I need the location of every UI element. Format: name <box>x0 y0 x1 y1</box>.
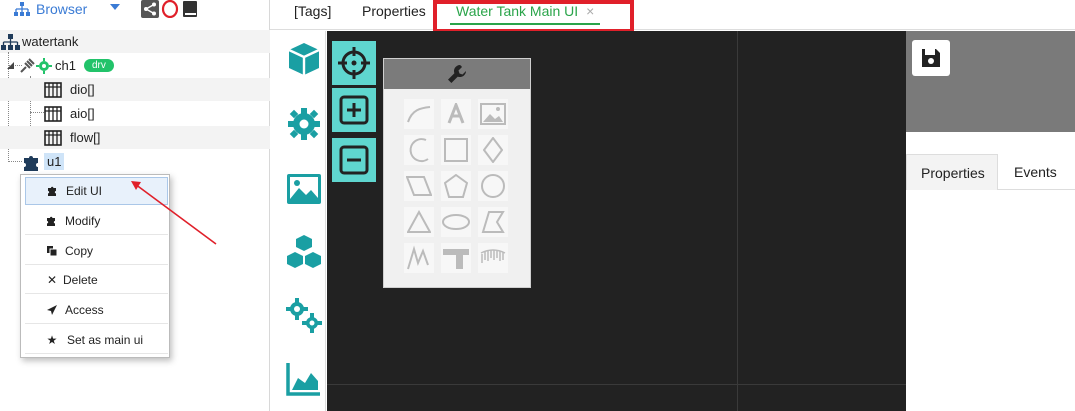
left-panel: Browser watertank ch1 drv dio[] aio[] fl… <box>0 0 270 411</box>
cube-icon[interactable] <box>286 41 322 77</box>
diamond-icon[interactable] <box>478 135 508 165</box>
gear-icon[interactable] <box>286 106 322 142</box>
shapes-panel-header[interactable] <box>384 59 530 89</box>
tab-properties[interactable]: Properties <box>362 3 426 23</box>
tab-properties-panel[interactable]: Properties <box>906 154 998 190</box>
picture-icon[interactable] <box>478 99 508 129</box>
chevron-down-icon[interactable] <box>110 4 120 10</box>
sitemap-icon <box>0 33 20 51</box>
menu-item-access[interactable]: Access <box>25 296 168 324</box>
menu-item-delete[interactable]: ✕ Delete <box>25 266 168 294</box>
wrench-icon <box>448 64 467 83</box>
tab-bar: [Tags] Properties Water Tank Main UI × <box>270 0 1075 30</box>
gear-icon <box>36 57 52 74</box>
properties-panel: Properties Events <box>906 31 1075 411</box>
minus-icon <box>339 145 369 175</box>
tree-node-ui[interactable]: u1 <box>0 150 270 173</box>
library-sidebar <box>280 31 326 411</box>
properties-tabs: Properties Events <box>906 154 1075 190</box>
shapes-panel <box>383 58 531 288</box>
gauge-scale-icon[interactable] <box>478 243 508 273</box>
highlight-box <box>433 0 634 33</box>
menu-item-label: Copy <box>65 243 94 258</box>
arc-icon[interactable] <box>404 135 434 165</box>
tab-tags[interactable]: [Tags] <box>294 3 331 23</box>
circle-icon[interactable] <box>478 171 508 201</box>
polygon-icon[interactable] <box>478 207 508 237</box>
tab-label: Events <box>1014 164 1057 180</box>
plug-icon <box>18 57 36 75</box>
tag-label: aio[] <box>70 106 95 121</box>
left-panel-header: Browser <box>0 0 270 22</box>
table-icon <box>44 81 62 98</box>
area-chart-icon[interactable] <box>286 361 322 397</box>
tab-label: [Tags] <box>294 3 332 19</box>
share-icon[interactable] <box>141 0 159 18</box>
parallelogram-icon[interactable] <box>404 171 434 201</box>
properties-toolbar <box>906 31 1075 132</box>
cubes-icon[interactable] <box>286 234 322 270</box>
puzzle-icon <box>45 214 59 228</box>
text-icon[interactable] <box>441 99 471 129</box>
tree-node-tag[interactable]: flow[] <box>0 126 270 149</box>
tree-node-driver[interactable]: ch1 drv <box>0 54 270 77</box>
tree-node-project[interactable]: watertank <box>0 30 270 53</box>
plus-icon <box>339 95 369 125</box>
table-icon <box>44 105 62 122</box>
rectangle-icon[interactable] <box>441 135 471 165</box>
tree-node-tag[interactable]: dio[] <box>0 78 270 101</box>
zoom-out-button[interactable] <box>332 138 376 182</box>
save-icon <box>922 49 940 67</box>
driver-label: ch1 <box>55 58 76 73</box>
browser-menu-button[interactable]: Browser <box>14 0 87 18</box>
zoom-in-button[interactable] <box>332 88 376 132</box>
puzzle-icon <box>46 184 60 198</box>
tag-label: flow[] <box>70 130 101 145</box>
tab-label: Properties <box>362 3 426 19</box>
table-icon <box>44 129 62 146</box>
copy-icon <box>45 244 59 258</box>
curve-icon[interactable] <box>404 99 434 129</box>
send-icon <box>45 303 59 317</box>
close-icon: ✕ <box>46 272 58 287</box>
tag-label: dio[] <box>70 82 95 97</box>
driver-badge: drv <box>83 59 114 72</box>
crosshair-icon[interactable] <box>332 41 376 85</box>
project-label: watertank <box>22 34 79 49</box>
menu-item-label: Set as main ui <box>67 332 144 347</box>
menu-item-label: Access <box>65 302 104 317</box>
ring-icon[interactable] <box>161 0 179 18</box>
collapse-triangle-icon[interactable] <box>4 59 18 73</box>
save-button[interactable] <box>912 40 950 76</box>
puzzle-icon <box>22 153 42 171</box>
ui-editor: Properties Events <box>280 31 1075 411</box>
ellipse-icon[interactable] <box>441 207 471 237</box>
image-icon[interactable] <box>286 171 322 207</box>
cogs-icon[interactable] <box>286 298 322 334</box>
polyline-icon[interactable] <box>404 243 434 273</box>
pentagon-icon[interactable] <box>441 171 471 201</box>
book-icon[interactable] <box>181 0 199 18</box>
star-icon: ★ <box>46 332 58 347</box>
tree-node-tag[interactable]: aio[] <box>0 102 270 125</box>
sitemap-icon <box>14 2 30 16</box>
browser-label: Browser <box>36 1 88 17</box>
tab-label: Properties <box>921 164 985 181</box>
ui-label: u1 <box>44 153 65 170</box>
pipe-icon[interactable] <box>441 243 471 273</box>
triangle-icon[interactable] <box>404 207 434 237</box>
menu-item-label: Modify <box>65 213 101 228</box>
menu-item-label: Delete <box>63 272 98 287</box>
menu-item-label: Edit UI <box>66 184 103 198</box>
tab-events[interactable]: Events <box>1014 154 1057 190</box>
annotation-arrow <box>131 181 217 245</box>
menu-item-set-main-ui[interactable]: ★ Set as main ui <box>25 326 168 354</box>
